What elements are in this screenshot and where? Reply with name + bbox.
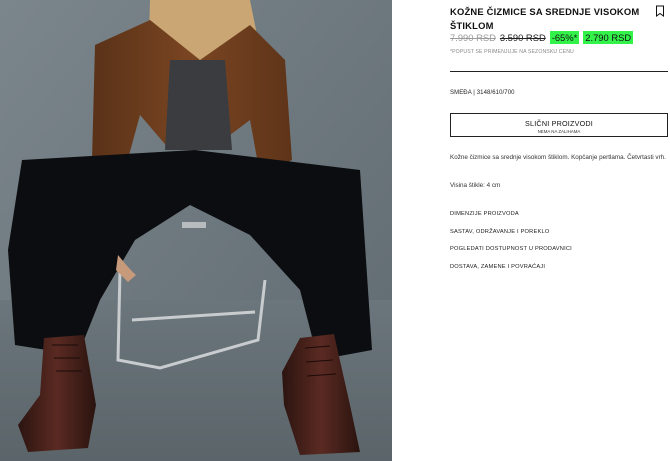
product-description: Kožne čizmice sa srednje visokom štiklom… (450, 154, 666, 161)
link-composition-care-origin[interactable]: SASTAV, ODRŽAVANJE I POREKLO (450, 229, 668, 247)
discount-note: *POPUST SE PRIMENJUJE NA SEZONSKU CENU (450, 49, 574, 55)
color-reference: SMEĐA | 3148/610/700 (450, 90, 515, 96)
product-details-panel: KOŽNE ČIZMICE SA SREDNJE VISOKOM ŠTIKLOM… (450, 0, 668, 461)
link-store-availability[interactable]: POGLEDATI DOSTUPNOST U PRODAVNICI (450, 246, 668, 264)
price-current: 2.790 RSD (583, 31, 634, 44)
out-of-stock-label: NEMA NA ZALIHAMA (537, 129, 581, 134)
link-product-dimensions[interactable]: DIMENZIJE PROIZVODA (450, 211, 668, 229)
product-photo[interactable] (0, 0, 392, 461)
link-shipping-returns[interactable]: DOSTAVA, ZAMENE I POVRAĆAJI (450, 264, 668, 282)
product-info-links: DIMENZIJE PROIZVODA SASTAV, ODRŽAVANJE I… (450, 211, 668, 281)
price-row: 7.990 RSD 3.590 RSD -65%* 2.790 RSD (450, 31, 634, 44)
similar-products-label: SLIČNI PROIZVODI (525, 119, 593, 128)
price-previous: 3.590 RSD (499, 32, 546, 43)
discount-badge: -65%* (549, 31, 580, 44)
price-original: 7.990 RSD (450, 32, 496, 43)
divider (450, 71, 668, 72)
product-title: KOŽNE ČIZMICE SA SREDNJE VISOKOM ŠTIKLOM (450, 6, 640, 31)
similar-products-button[interactable]: SLIČNI PROIZVODI NEMA NA ZALIHAMA (450, 113, 668, 137)
model-image (0, 0, 392, 461)
heel-height: Visina štikle: 4 cm (450, 182, 501, 189)
